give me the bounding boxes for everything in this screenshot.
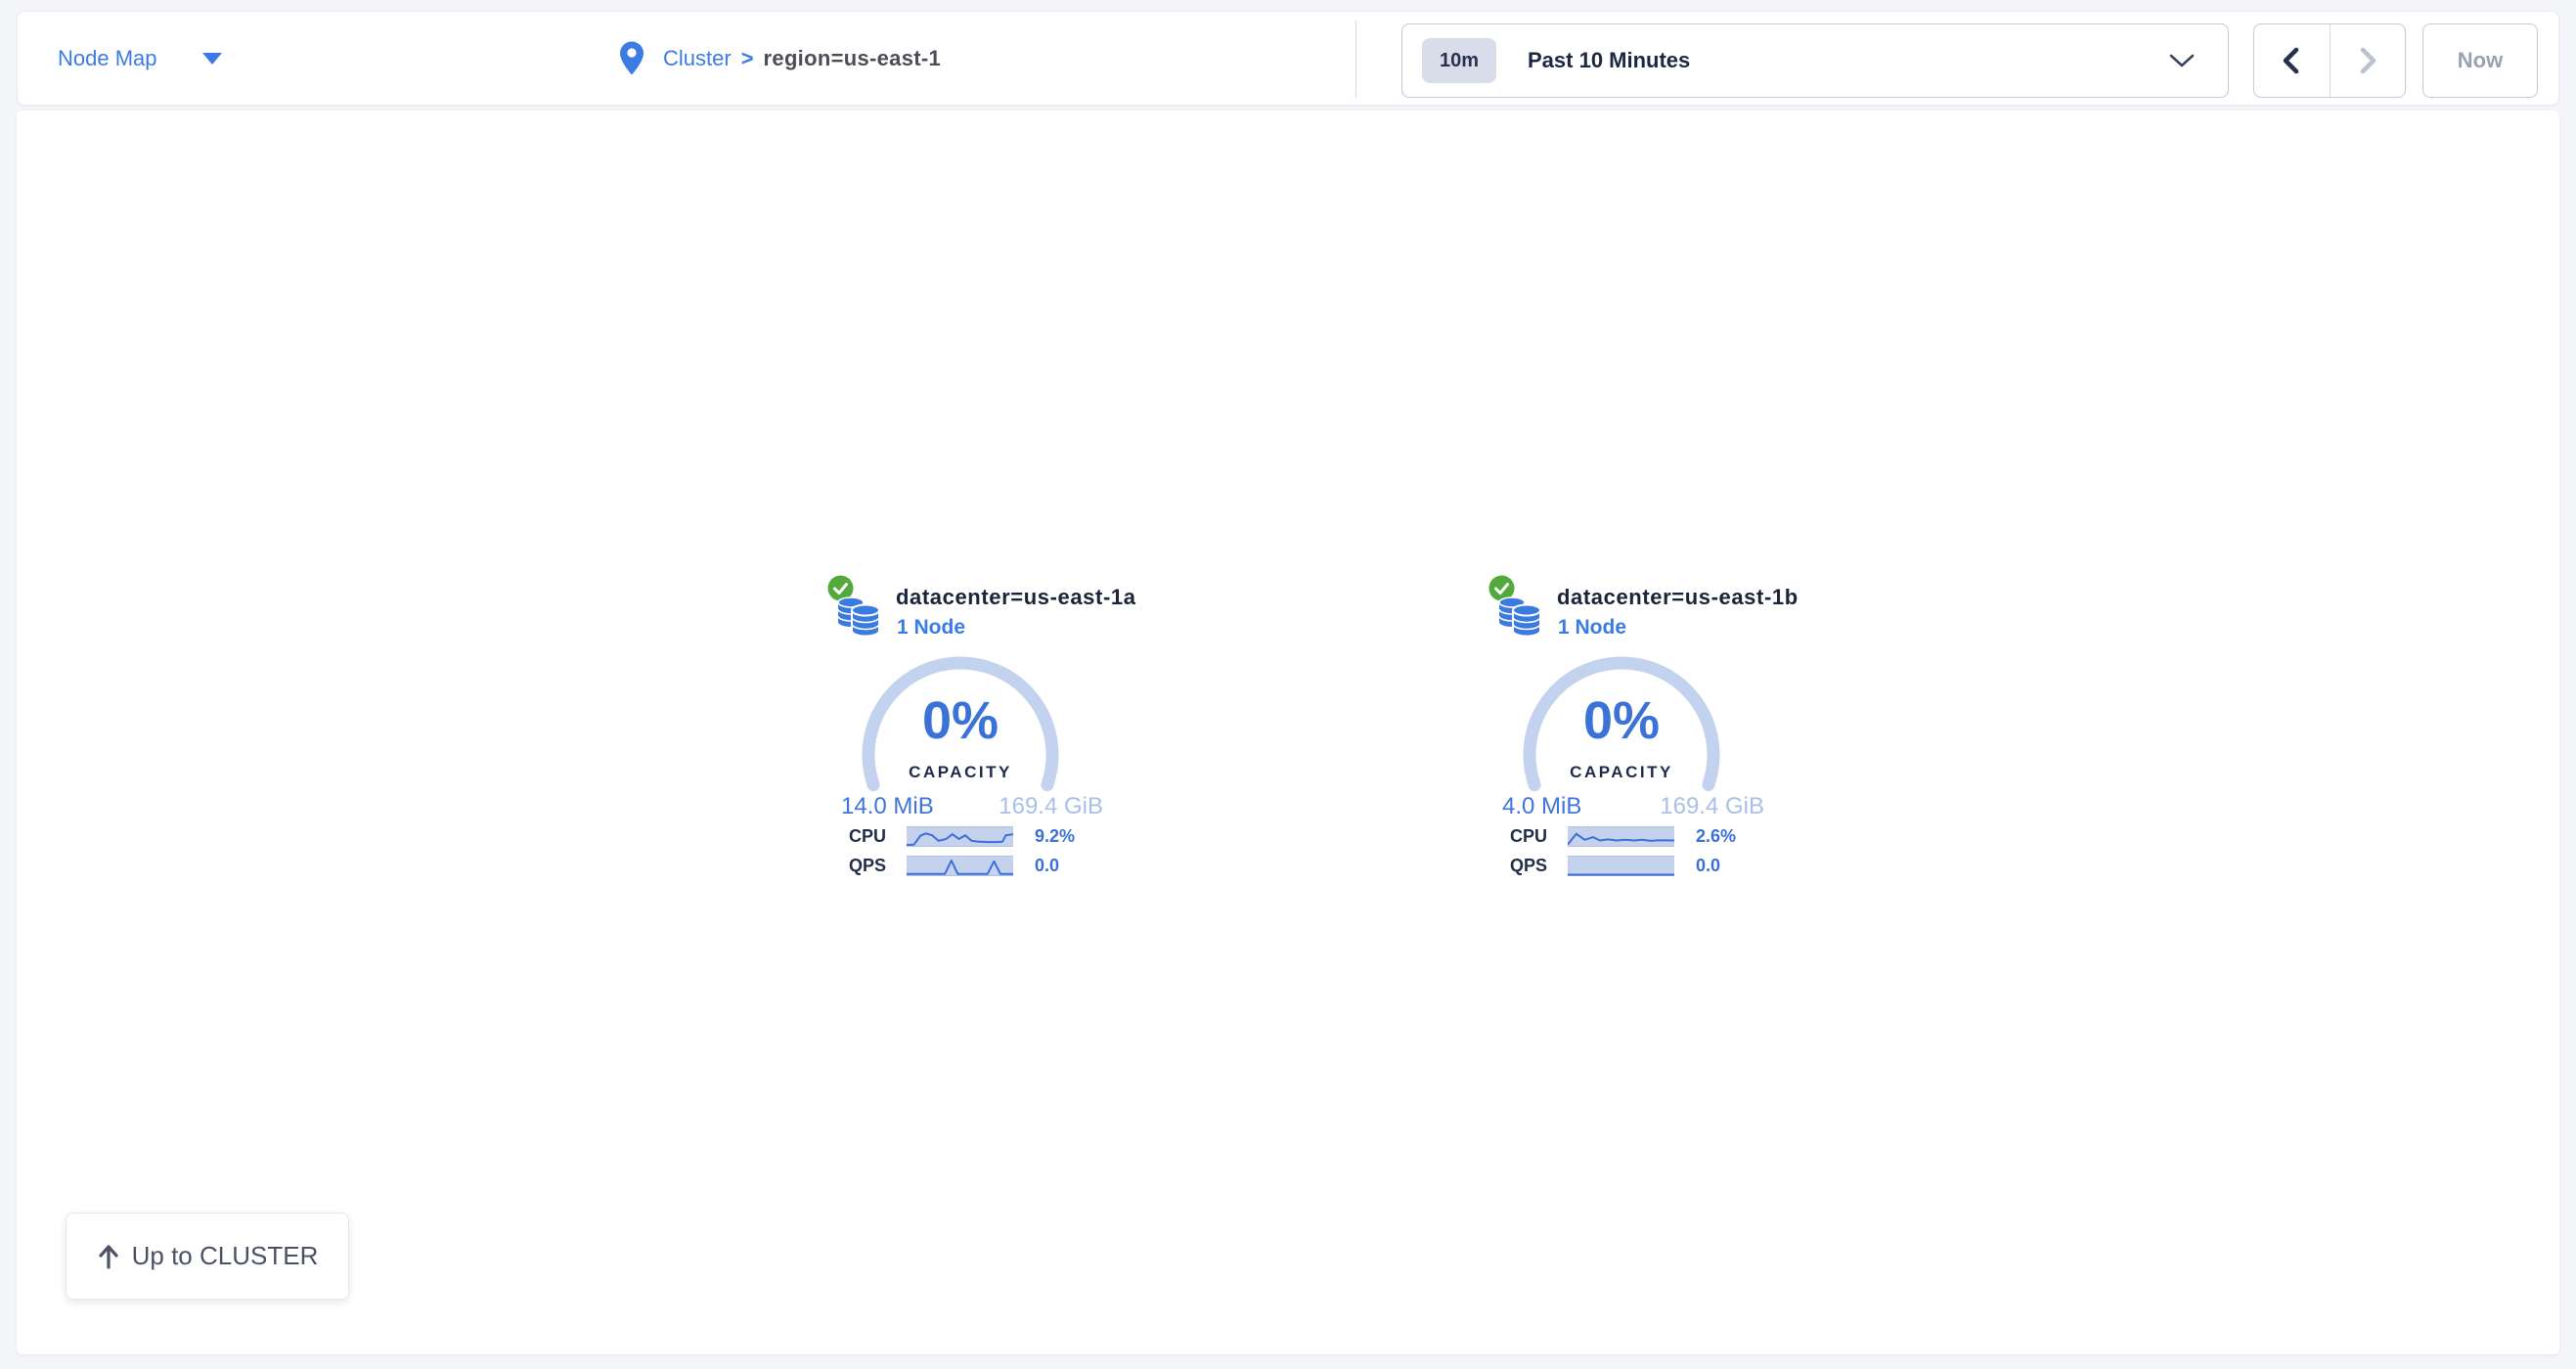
chevron-right-icon	[2357, 47, 2378, 74]
chevron-left-icon	[2281, 47, 2302, 74]
now-button[interactable]: Now	[2422, 23, 2538, 98]
metric-value: 0.0	[1035, 856, 1059, 876]
time-range-label: Past 10 Minutes	[1528, 48, 1690, 73]
capacity-values: 14.0 MiB 169.4 GiB	[841, 793, 1103, 820]
metric-row-qps: QPS 0.0	[1510, 856, 1720, 876]
qps-sparkline	[1568, 856, 1674, 876]
capacity-caption: CAPACITY	[853, 763, 1068, 782]
capacity-available: 169.4 GiB	[999, 793, 1103, 820]
metric-value: 9.2%	[1035, 826, 1075, 847]
database-stack-icon	[1497, 594, 1544, 640]
node-map-canvas	[17, 110, 2559, 1354]
capacity-available: 169.4 GiB	[1660, 793, 1764, 820]
time-prev-button[interactable]	[2254, 24, 2330, 97]
breadcrumb-separator: >	[741, 46, 754, 71]
up-to-cluster-label: Up to CLUSTER	[132, 1241, 319, 1271]
caret-down-icon	[202, 53, 222, 65]
metric-label: CPU	[849, 826, 907, 847]
metric-label: QPS	[1510, 856, 1568, 876]
capacity-values: 4.0 MiB 169.4 GiB	[1502, 793, 1764, 820]
capacity-percent: 0%	[853, 693, 1068, 748]
capacity-caption: CAPACITY	[1514, 763, 1729, 782]
metric-row-cpu: CPU 2.6%	[1510, 826, 1736, 847]
time-next-button[interactable]	[2330, 24, 2406, 97]
view-selector-label: Node Map	[58, 46, 157, 71]
locality-card-us-east-1a[interactable]: datacenter=us-east-1a 1 Node 0% CAPACITY…	[820, 572, 1172, 905]
metric-row-cpu: CPU 9.2%	[849, 826, 1075, 847]
locality-title: datacenter=us-east-1b	[1557, 585, 1799, 610]
time-range-dropdown[interactable]: 10m Past 10 Minutes	[1401, 23, 2229, 98]
database-stack-icon	[836, 594, 883, 640]
time-range-badge: 10m	[1422, 38, 1496, 83]
breadcrumb-current: region=us-east-1	[764, 46, 941, 71]
locality-card-us-east-1b[interactable]: datacenter=us-east-1b 1 Node 0% CAPACITY…	[1481, 572, 1833, 905]
capacity-used: 14.0 MiB	[841, 793, 934, 820]
time-nav-group	[2253, 23, 2406, 98]
metric-value: 2.6%	[1696, 826, 1736, 847]
locality-node-count: 1 Node	[897, 616, 965, 640]
breadcrumb: Cluster > region=us-east-1	[620, 12, 941, 105]
locality-node-count: 1 Node	[1558, 616, 1626, 640]
metric-label: CPU	[1510, 826, 1568, 847]
cpu-sparkline	[1568, 826, 1674, 847]
chevron-down-icon	[2169, 54, 2195, 68]
metric-row-qps: QPS 0.0	[849, 856, 1059, 876]
view-selector-dropdown[interactable]: Node Map	[58, 12, 222, 105]
metric-label: QPS	[849, 856, 907, 876]
arrow-up-icon	[97, 1243, 120, 1269]
locality-title: datacenter=us-east-1a	[896, 585, 1136, 610]
up-to-cluster-button[interactable]: Up to CLUSTER	[66, 1213, 349, 1300]
breadcrumb-cluster-link[interactable]: Cluster	[663, 46, 732, 71]
metric-value: 0.0	[1696, 856, 1720, 876]
capacity-percent: 0%	[1514, 693, 1729, 748]
top-bar: Node Map Cluster > region=us-east-1 10m …	[17, 11, 2559, 106]
top-bar-divider	[1355, 21, 1356, 98]
cpu-sparkline	[907, 826, 1013, 847]
location-pin-icon	[620, 41, 644, 75]
qps-sparkline	[907, 856, 1013, 876]
capacity-used: 4.0 MiB	[1502, 793, 1581, 820]
